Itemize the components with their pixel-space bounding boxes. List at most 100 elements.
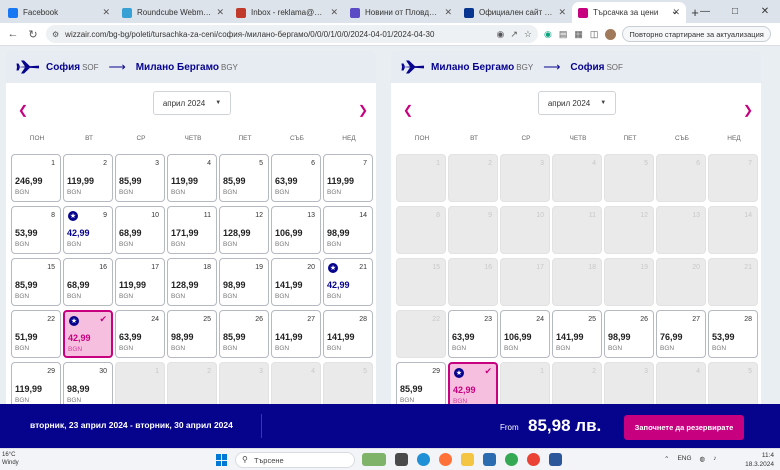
language-indicator[interactable]: ENG xyxy=(677,455,691,463)
calendar-day[interactable]: 29 85,99 BGN xyxy=(396,362,446,404)
volume-icon[interactable]: ♪ xyxy=(713,455,716,463)
close-tab-icon[interactable]: ✕ xyxy=(558,7,566,18)
close-tab-icon[interactable]: ✕ xyxy=(444,7,452,18)
calendar-day[interactable]: 21 ★ 42,99 BGN xyxy=(323,258,373,306)
calendar-day-selected[interactable]: 23✔★42,99BGN xyxy=(63,310,113,358)
price-currency: BGN xyxy=(67,241,82,248)
browser-tab[interactable]: Новини от Пловдив - Ак… ✕ xyxy=(344,2,458,23)
calendar-day[interactable]: 12 128,99 BGN xyxy=(219,206,269,254)
windows-start-icon[interactable] xyxy=(216,454,228,466)
calendar-day[interactable]: 28 141,99 BGN xyxy=(323,310,373,358)
day-number: 4 xyxy=(207,160,211,167)
calendar-day[interactable]: 17 119,99 BGN xyxy=(115,258,165,306)
calendar-day[interactable]: 23 63,99 BGN xyxy=(448,310,498,358)
calendar-day[interactable]: 16 68,99 BGN xyxy=(63,258,113,306)
calendar-day-selected[interactable]: 30✔★42,99BGN xyxy=(448,362,498,404)
calendar-day[interactable]: 10 68,99 BGN xyxy=(115,206,165,254)
day-price: 119,99 xyxy=(171,176,199,186)
calendar-day[interactable]: 20 141,99 BGN xyxy=(271,258,321,306)
calendar-day[interactable]: 24 106,99 BGN xyxy=(500,310,550,358)
calendar-day[interactable]: 26 85,99 BGN xyxy=(219,310,269,358)
weather-widget[interactable]: 16°C Windy xyxy=(2,451,19,467)
calendar-day[interactable]: 5 85,99 BGN xyxy=(219,154,269,202)
inbound-prev-month-chevron-icon[interactable]: ❮ xyxy=(403,103,413,117)
calendar-day[interactable]: 19 98,99 BGN xyxy=(219,258,269,306)
browser-tab[interactable]: Facebook ✕ xyxy=(2,2,116,23)
extensions-puzzle-icon[interactable]: ▦ xyxy=(574,29,583,40)
calendar-day[interactable]: 30 98,99 BGN xyxy=(63,362,113,404)
day-number: 25 xyxy=(588,316,596,323)
edge-icon[interactable] xyxy=(417,453,430,466)
word-icon[interactable] xyxy=(549,453,562,466)
back-button[interactable]: ← xyxy=(6,28,20,40)
calendar-day[interactable]: 22 51,99 BGN xyxy=(11,310,61,358)
weekday-label: ПОН xyxy=(414,135,430,142)
chrome-profile-icon[interactable] xyxy=(527,453,540,466)
tray-overflow-chevron-icon[interactable]: ⌃ xyxy=(664,455,669,463)
store-icon[interactable] xyxy=(483,453,496,466)
wifi-icon[interactable]: ◍ xyxy=(700,455,706,463)
firefox-icon[interactable] xyxy=(439,453,452,466)
profile-avatar[interactable] xyxy=(605,28,617,40)
sidebar-panel-icon[interactable]: ◫ xyxy=(590,29,599,40)
day-price: 53,99 xyxy=(712,332,735,342)
calendar-day[interactable]: 11 171,99 BGN xyxy=(167,206,217,254)
calendar-day[interactable]: 28 53,99 BGN xyxy=(708,310,758,358)
calendar-day[interactable]: 4 119,99 BGN xyxy=(167,154,217,202)
browser-tab[interactable]: Inbox - reklama@poctep… ✕ xyxy=(230,2,344,23)
calendar-day[interactable]: 1 246,99 BGN xyxy=(11,154,61,202)
calendar-day[interactable]: 25 98,99 BGN xyxy=(167,310,217,358)
price-currency: BGN xyxy=(171,345,186,352)
browser-tab[interactable]: Официален сайт Ryanair … ✕ xyxy=(458,2,572,23)
outbound-month-select[interactable]: април 2024 ▼ xyxy=(153,91,231,115)
clock[interactable]: 11:4 18.3.2024 xyxy=(745,451,774,469)
taskbar-search[interactable]: ⚲ Търсене xyxy=(235,452,355,468)
lens-icon[interactable]: ◉ xyxy=(497,29,505,40)
restart-update-button[interactable]: Повторно стартиране за актуализация xyxy=(622,26,771,42)
maximize-button[interactable]: □ xyxy=(720,0,750,23)
file-explorer-icon[interactable] xyxy=(461,453,474,466)
day-number: 29 xyxy=(432,368,440,375)
extension-translate-icon[interactable]: ▤ xyxy=(559,29,568,40)
calendar-day[interactable]: 27 141,99 BGN xyxy=(271,310,321,358)
bookmark-star-icon[interactable]: ☆ xyxy=(524,29,532,40)
calendar-day[interactable]: 26 98,99 BGN xyxy=(604,310,654,358)
start-booking-button[interactable]: Започнете да резервирате xyxy=(624,415,744,440)
close-tab-icon[interactable]: ✕ xyxy=(330,7,338,18)
reload-button[interactable]: ↻ xyxy=(26,28,40,41)
share-icon[interactable]: ↗ xyxy=(510,29,518,40)
minimize-button[interactable]: — xyxy=(690,0,720,23)
calendar-day[interactable]: 15 85,99 BGN xyxy=(11,258,61,306)
address-bar[interactable]: ⚙ wizzair.com/bg-bg/poleti/tursachka-za-… xyxy=(46,25,538,43)
widgets-app-icon[interactable] xyxy=(362,453,386,466)
day-number: 28 xyxy=(744,316,752,323)
calendar-day[interactable]: 29 119,99 BGN xyxy=(11,362,61,404)
calendar-day[interactable]: 6 63,99 BGN xyxy=(271,154,321,202)
calendar-day[interactable]: 27 76,99 BGN xyxy=(656,310,706,358)
calendar-day[interactable]: 3 85,99 BGN xyxy=(115,154,165,202)
url-text: wizzair.com/bg-bg/poleti/tursachka-za-ce… xyxy=(65,29,435,39)
close-tab-icon[interactable]: ✕ xyxy=(216,7,224,18)
outbound-next-month-chevron-icon[interactable]: ❯ xyxy=(358,103,368,117)
inbound-month-select[interactable]: април 2024 ▼ xyxy=(538,91,616,115)
calendar-day[interactable]: 7 119,99 BGN xyxy=(323,154,373,202)
calendar-day[interactable]: 25 141,99 BGN xyxy=(552,310,602,358)
calendar-day[interactable]: 18 128,99 BGN xyxy=(167,258,217,306)
site-info-icon[interactable]: ⚙ xyxy=(52,30,59,39)
inbound-next-month-chevron-icon[interactable]: ❯ xyxy=(743,103,753,117)
chrome-icon[interactable] xyxy=(505,453,518,466)
calendar-day[interactable]: 14 98,99 BGN xyxy=(323,206,373,254)
close-tab-icon[interactable]: ✕ xyxy=(102,7,110,18)
calendar-day[interactable]: 8 53,99 BGN xyxy=(11,206,61,254)
task-view-icon[interactable] xyxy=(395,453,408,466)
browser-tab[interactable]: Roundcube Webmail :: Int… ✕ xyxy=(116,2,230,23)
outbound-prev-month-chevron-icon[interactable]: ❮ xyxy=(18,103,28,117)
calendar-day[interactable]: 9 ★ 42,99 BGN xyxy=(63,206,113,254)
close-window-button[interactable]: ✕ xyxy=(750,0,780,23)
calendar-day[interactable]: 13 106,99 BGN xyxy=(271,206,321,254)
calendar-day[interactable]: 24 63,99 BGN xyxy=(115,310,165,358)
tab-search-icon[interactable]: ⌄ xyxy=(660,0,690,23)
calendar-day[interactable]: 2 119,99 BGN xyxy=(63,154,113,202)
calendar-day: 11 xyxy=(552,206,602,254)
extension-chatgpt-icon[interactable]: ◉ xyxy=(544,29,552,40)
